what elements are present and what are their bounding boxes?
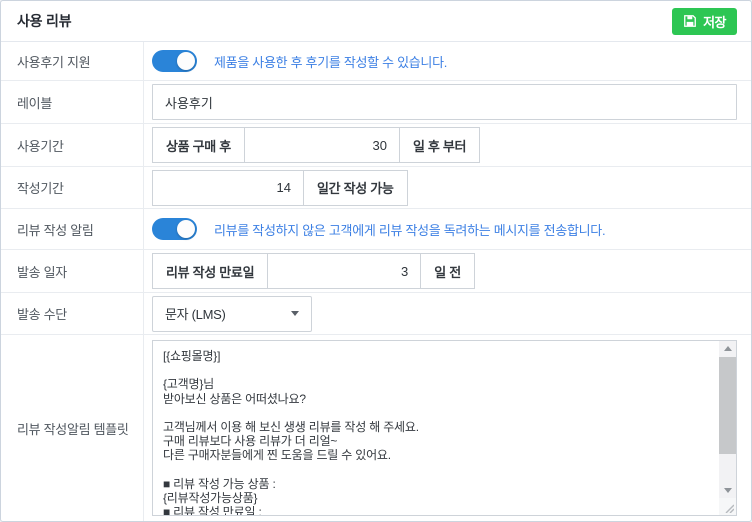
send-method-select[interactable]: 문자 (LMS)	[152, 296, 312, 332]
usage-period-suffix: 일 후 부터	[399, 127, 480, 163]
scrollbar-track[interactable]	[719, 341, 736, 498]
row-usage-period: 사용기간 상품 구매 후 일 후 부터	[1, 124, 751, 167]
row-label-review-support: 사용후기 지원	[1, 42, 144, 80]
row-review-notify: 리뷰 작성 알림 리뷰를 작성하지 않은 고객에게 리뷰 작성을 독려하는 메시…	[1, 209, 751, 250]
review-notify-toggle[interactable]	[152, 218, 197, 240]
send-date-suffix: 일 전	[420, 253, 475, 289]
row-label-send-date: 발송 일자	[1, 250, 144, 292]
usage-period-prefix: 상품 구매 후	[152, 127, 245, 163]
chevron-down-icon	[291, 311, 299, 316]
send-date-prefix: 리뷰 작성 만료일	[152, 253, 268, 289]
row-label-field: 레이블	[1, 81, 751, 124]
template-textarea[interactable]: [{쇼핑몰명}] {고객명}님 받아보신 상품은 어떠셨나요? 고객님께서 이용…	[153, 341, 719, 515]
card-header: 사용 리뷰 저장	[1, 1, 751, 42]
row-label-label: 레이블	[1, 81, 144, 123]
write-period-input[interactable]	[152, 170, 304, 206]
row-send-date: 발송 일자 리뷰 작성 만료일 일 전	[1, 250, 751, 293]
toggle-knob	[177, 52, 195, 70]
row-send-method: 발송 수단 문자 (LMS)	[1, 293, 751, 335]
row-label-template: 리뷰 작성알림 템플릿	[1, 335, 144, 521]
save-button[interactable]: 저장	[672, 8, 737, 35]
scrollbar-up-arrow-icon[interactable]	[719, 341, 736, 356]
send-method-selected-value: 문자 (LMS)	[165, 304, 226, 323]
review-support-help: 제품을 사용한 후 후기를 작성할 수 있습니다.	[214, 52, 447, 71]
row-label-usage-period: 사용기간	[1, 124, 144, 166]
write-period-suffix: 일간 작성 가능	[303, 170, 408, 206]
save-button-label: 저장	[703, 12, 726, 31]
scrollbar-down-arrow-icon[interactable]	[719, 483, 736, 498]
scrollbar-thumb[interactable]	[719, 357, 736, 454]
page-title: 사용 리뷰	[17, 11, 71, 31]
resize-grip-icon[interactable]	[719, 498, 736, 515]
floppy-save-icon	[683, 14, 697, 28]
row-review-support: 사용후기 지원 제품을 사용한 후 후기를 작성할 수 있습니다.	[1, 42, 751, 81]
row-label-write-period: 작성기간	[1, 167, 144, 208]
template-textarea-wrap: [{쇼핑몰명}] {고객명}님 받아보신 상품은 어떠셨나요? 고객님께서 이용…	[152, 340, 737, 516]
review-support-toggle[interactable]	[152, 50, 197, 72]
toggle-knob	[177, 220, 195, 238]
review-notify-help: 리뷰를 작성하지 않은 고객에게 리뷰 작성을 독려하는 메시지를 전송합니다.	[214, 220, 605, 239]
label-input[interactable]	[152, 84, 737, 120]
usage-review-settings-card: 사용 리뷰 저장 사용후기 지원 제품을 사용한 후 후기를 작성할 수 있습니…	[0, 0, 752, 522]
send-date-input[interactable]	[267, 253, 421, 289]
usage-period-input[interactable]	[244, 127, 400, 163]
row-label-send-method: 발송 수단	[1, 293, 144, 334]
row-template: 리뷰 작성알림 템플릿 [{쇼핑몰명}] {고객명}님 받아보신 상품은 어떠셨…	[1, 335, 751, 521]
row-write-period: 작성기간 일간 작성 가능	[1, 167, 751, 209]
row-label-review-notify: 리뷰 작성 알림	[1, 209, 144, 249]
